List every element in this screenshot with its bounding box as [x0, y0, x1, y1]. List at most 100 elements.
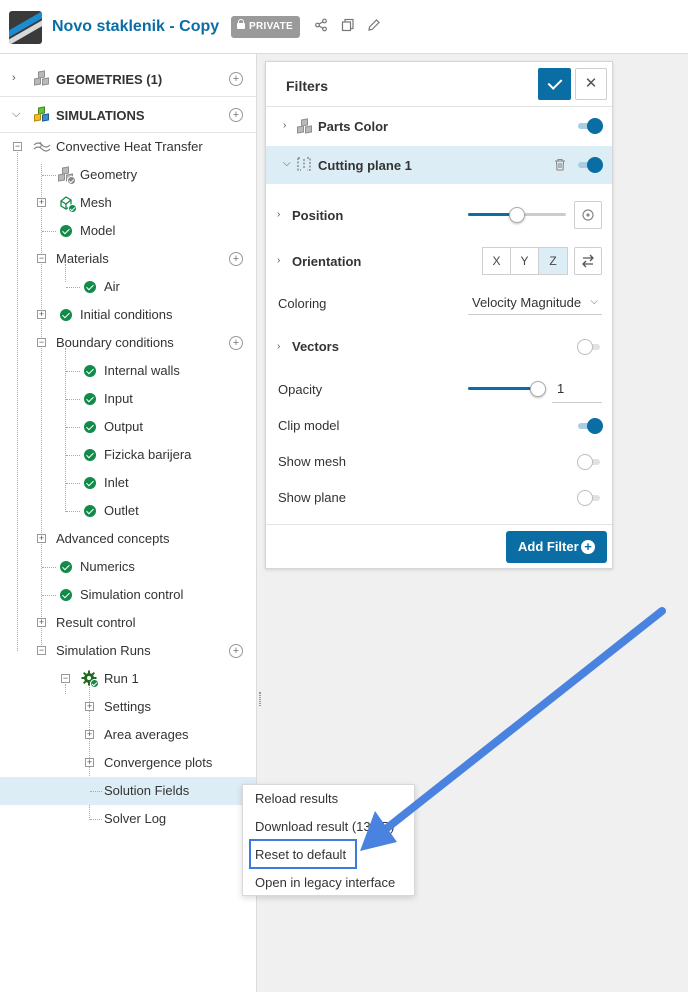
- copy-icon[interactable]: [340, 18, 356, 34]
- tree-item-initial-conditions[interactable]: + Initial conditions: [0, 301, 256, 329]
- tree-item-run-1[interactable]: − Run 1: [0, 665, 256, 693]
- expand-toggle[interactable]: +: [37, 534, 46, 543]
- show-mesh-label: Show mesh: [278, 454, 346, 469]
- chevron-down-icon[interactable]: ⌵: [12, 109, 22, 120]
- geometries-section[interactable]: › GEOMETRIES (1) +: [0, 61, 256, 97]
- tree-connector: [42, 231, 56, 232]
- add-simulation-icon[interactable]: +: [229, 108, 243, 122]
- chevron-right-icon[interactable]: ›: [12, 73, 22, 84]
- geometry-cubes-icon: [58, 166, 76, 185]
- axis-y-button[interactable]: Y: [511, 248, 539, 274]
- expand-toggle[interactable]: +: [37, 198, 46, 207]
- edit-icon[interactable]: [366, 18, 382, 34]
- expand-toggle[interactable]: +: [37, 310, 46, 319]
- collapse-toggle[interactable]: −: [37, 338, 46, 347]
- axis-x-button[interactable]: X: [483, 248, 511, 274]
- show-mesh-toggle[interactable]: [577, 454, 602, 470]
- collapse-toggle[interactable]: −: [37, 254, 46, 263]
- panel-resize-handle[interactable]: [259, 692, 261, 706]
- tree-item-mesh[interactable]: + Mesh: [0, 189, 256, 217]
- confirm-button[interactable]: [538, 68, 571, 100]
- tree-item-label: Convective Heat Transfer: [56, 139, 203, 154]
- chevron-right-icon[interactable]: ›: [277, 341, 280, 352]
- tree-item-model[interactable]: Model: [0, 217, 256, 245]
- tree-item-label: Run 1: [104, 671, 139, 686]
- chevron-right-icon[interactable]: ›: [277, 209, 280, 220]
- add-geometry-icon[interactable]: +: [229, 72, 243, 86]
- flip-icon[interactable]: [574, 247, 602, 275]
- app-logo[interactable]: [9, 11, 42, 44]
- tree-connector: [66, 399, 80, 400]
- orientation-row[interactable]: › Orientation X Y Z: [266, 247, 612, 277]
- chevron-down-icon[interactable]: ⌵: [283, 158, 291, 169]
- menu-item-reload-results[interactable]: Reload results: [243, 785, 414, 813]
- collapse-toggle[interactable]: −: [37, 646, 46, 655]
- opacity-input[interactable]: 1: [552, 375, 602, 403]
- expand-toggle[interactable]: +: [85, 702, 94, 711]
- tree-item-air[interactable]: Air: [0, 273, 256, 301]
- trash-icon[interactable]: [554, 158, 566, 172]
- tree-item-boundary-conditions[interactable]: − Boundary conditions +: [0, 329, 256, 357]
- tree-item-advanced-concepts[interactable]: + Advanced concepts: [0, 525, 256, 553]
- add-run-icon[interactable]: +: [229, 644, 243, 658]
- check-icon: [60, 561, 72, 573]
- tree-connector: [66, 287, 80, 288]
- chevron-right-icon[interactable]: ›: [277, 255, 280, 266]
- tree-item-convective-heat-transfer[interactable]: − Convective Heat Transfer: [0, 133, 256, 161]
- tree-item-convergence-plots[interactable]: + Convergence plots: [0, 749, 256, 777]
- tree-item-simulation-control[interactable]: Simulation control: [0, 581, 256, 609]
- tree-item-label: Advanced concepts: [56, 531, 170, 546]
- filter-parts-color[interactable]: › Parts Color: [266, 107, 612, 145]
- tree-item-input[interactable]: Input: [0, 385, 256, 413]
- simulations-section[interactable]: ⌵ SIMULATIONS +: [0, 97, 256, 133]
- add-filter-button[interactable]: Add Filter +: [506, 531, 607, 563]
- filter-cutting-plane[interactable]: ⌵ Cutting plane 1: [266, 146, 612, 184]
- chevron-right-icon[interactable]: ›: [283, 120, 286, 131]
- tree-item-output[interactable]: Output: [0, 413, 256, 441]
- menu-item-open-legacy[interactable]: Open in legacy interface: [243, 869, 414, 895]
- expand-toggle[interactable]: +: [85, 730, 94, 739]
- gear-icon: [81, 670, 99, 688]
- expand-toggle[interactable]: +: [37, 618, 46, 627]
- vectors-row[interactable]: › Vectors: [266, 334, 612, 362]
- tree-item-geometry[interactable]: Geometry: [0, 161, 256, 189]
- project-title[interactable]: Novo staklenik - Copy: [52, 18, 219, 36]
- tree-item-inlet[interactable]: Inlet: [0, 469, 256, 497]
- show-plane-toggle[interactable]: [577, 490, 602, 506]
- tree-item-label: Geometry: [80, 167, 138, 182]
- tree-item-area-averages[interactable]: + Area averages: [0, 721, 256, 749]
- tree-item-internal-walls[interactable]: Internal walls: [0, 357, 256, 385]
- collapse-toggle[interactable]: −: [13, 142, 22, 151]
- chevron-down-icon: ⌵: [590, 296, 598, 307]
- axis-z-button[interactable]: Z: [539, 248, 567, 274]
- expand-toggle[interactable]: +: [85, 758, 94, 767]
- share-icon[interactable]: [313, 18, 329, 34]
- privacy-badge-label: PRIVATE: [249, 21, 293, 32]
- tree-item-label: Internal walls: [104, 363, 180, 378]
- position-slider[interactable]: [468, 207, 566, 223]
- tree-item-simulation-runs[interactable]: − Simulation Runs +: [0, 637, 256, 665]
- tree-item-outlet[interactable]: Outlet: [0, 497, 256, 525]
- add-material-icon[interactable]: +: [229, 252, 243, 266]
- tree-item-fizicka-barijera[interactable]: Fizicka barijera: [0, 441, 256, 469]
- menu-item-download-result[interactable]: Download result (13MB): [243, 813, 414, 841]
- target-icon[interactable]: [574, 201, 602, 229]
- cutting-plane-toggle[interactable]: [578, 157, 603, 173]
- coloring-select[interactable]: Velocity Magnitude ⌵: [468, 291, 602, 315]
- collapse-toggle[interactable]: −: [61, 674, 70, 683]
- close-button[interactable]: ✕: [575, 68, 607, 100]
- tree-item-settings[interactable]: + Settings: [0, 693, 256, 721]
- tree-item-solver-log[interactable]: Solver Log: [0, 805, 256, 833]
- opacity-slider[interactable]: [468, 381, 546, 397]
- position-row[interactable]: › Position: [266, 200, 612, 232]
- parts-color-toggle[interactable]: [578, 118, 603, 134]
- tree-item-label: Result control: [56, 615, 136, 630]
- clip-model-toggle[interactable]: [578, 418, 603, 434]
- add-boundary-condition-icon[interactable]: +: [229, 336, 243, 350]
- tree-item-result-control[interactable]: + Result control: [0, 609, 256, 637]
- tree-item-solution-fields[interactable]: Solution Fields: [0, 777, 256, 805]
- vectors-toggle[interactable]: [577, 339, 602, 355]
- tree-item-materials[interactable]: − Materials +: [0, 245, 256, 273]
- tree-item-numerics[interactable]: Numerics: [0, 553, 256, 581]
- clip-model-row: Clip model: [266, 414, 612, 440]
